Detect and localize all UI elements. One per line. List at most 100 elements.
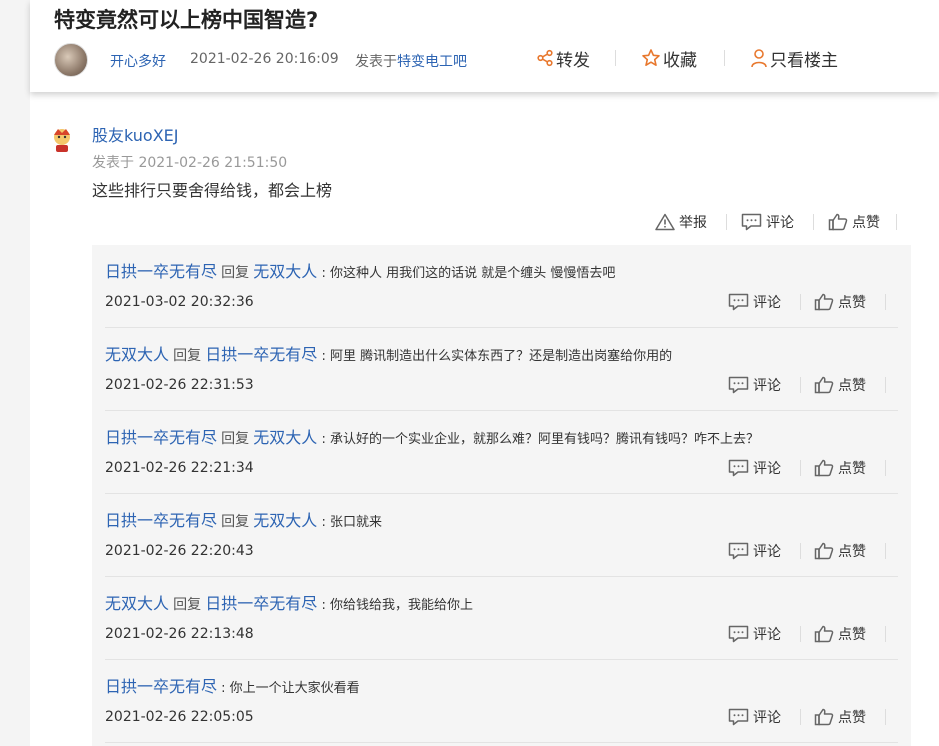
reply-keyword: 回复 — [221, 265, 250, 281]
comment-button[interactable]: 评论 — [741, 210, 794, 234]
thumbs-up-icon — [814, 625, 834, 643]
reply-item: 日拱一卒无有尽 回复 无双大人 : 张口就来 2021-02-26 22:20:… — [92, 494, 911, 577]
reply-time: 2021-02-26 22:20:43 — [105, 543, 254, 559]
divider — [800, 377, 801, 393]
divider — [724, 50, 725, 66]
divider — [800, 294, 801, 310]
comment-label: 评论 — [766, 215, 794, 231]
forum-link[interactable]: 特变电工吧 — [397, 54, 467, 70]
comment-icon — [728, 708, 749, 726]
comment-section: 股友kuoXEJ 发表于 2021-02-26 21:51:50 这些排行只要舍… — [30, 92, 939, 746]
divider — [885, 377, 886, 393]
like-button[interactable]: 点赞 — [828, 210, 880, 234]
post-title: 特变竟然可以上榜中国智造? — [54, 8, 319, 32]
reply-target-link[interactable]: 日拱一卒无有尽 — [205, 594, 317, 613]
reply-user-link[interactable]: 日拱一卒无有尽 — [105, 262, 217, 281]
reply-comment-label: 评论 — [753, 295, 781, 311]
divider — [800, 709, 801, 725]
reply-target-link[interactable]: 无双大人 — [253, 511, 317, 530]
avatar[interactable] — [48, 125, 76, 153]
reply-line: 日拱一卒无有尽 : 你上一个让大家伙看看 — [105, 677, 360, 696]
reply-line: 日拱一卒无有尽 回复 无双大人 : 张口就来 — [105, 511, 382, 530]
reply-text: 你上一个让大家伙看看 — [229, 681, 360, 696]
thumbs-up-icon — [814, 542, 834, 560]
reply-line: 无双大人 回复 日拱一卒无有尽 : 你给钱给我，我能给你上 — [105, 594, 473, 613]
report-button[interactable]: 举报 — [655, 210, 707, 234]
reply-like-label: 点赞 — [838, 627, 866, 643]
reply-text: 阿里 腾讯制造出什么实体东西了？还是制造出岗塞给你用的 — [329, 349, 673, 364]
divider — [885, 543, 886, 559]
reply-line: 日拱一卒无有尽 回复 无双大人 : 你这种人 用我们这的话说 就是个缠头 慢慢悟… — [105, 262, 616, 281]
only-op-label: 只看楼主 — [770, 50, 838, 71]
reply-like-label: 点赞 — [838, 710, 866, 726]
reply-like-button[interactable]: 点赞 — [814, 539, 866, 563]
reply-user-link[interactable]: 无双大人 — [105, 594, 169, 613]
warning-icon — [655, 213, 675, 231]
thumbs-up-icon — [814, 376, 834, 394]
posted-in: 发表于特变电工吧 — [355, 51, 467, 71]
reply-item: 日拱一卒无有尽 回复 无双大人 : 承认好的一个实业企业，就那么难？阿里有钱吗？… — [92, 411, 911, 494]
reply-text: 承认好的一个实业企业，就那么难？阿里有钱吗？腾讯有钱吗？咋不上去？ — [329, 432, 759, 447]
reply-user-link[interactable]: 日拱一卒无有尽 — [105, 428, 217, 447]
reply-item: 无双大人 回复 日拱一卒无有尽 : 阿里 腾讯制造出什么实体东西了？还是制造出岗… — [92, 328, 911, 411]
reply-like-label: 点赞 — [838, 378, 866, 394]
reply-keyword: 回复 — [221, 514, 250, 530]
post-time: 2021-02-26 20:16:09 — [190, 51, 339, 67]
like-label: 点赞 — [852, 215, 880, 231]
reply-item: 日拱一卒无有尽 回复 无双大人 : 你这种人 用我们这的话说 就是个缠头 慢慢悟… — [92, 245, 911, 328]
reply-comment-label: 评论 — [753, 378, 781, 394]
reply-line: 日拱一卒无有尽 回复 无双大人 : 承认好的一个实业企业，就那么难？阿里有钱吗？… — [105, 428, 759, 447]
reply-comment-label: 评论 — [753, 461, 781, 477]
reply-keyword: 回复 — [173, 348, 202, 364]
reply-time: 2021-02-26 22:21:34 — [105, 460, 254, 476]
author-avatar[interactable] — [54, 43, 88, 77]
favorite-button[interactable]: 收藏 — [641, 44, 697, 72]
thumbs-up-icon — [828, 213, 848, 231]
reply-like-button[interactable]: 点赞 — [814, 456, 866, 480]
reply-time: 2021-02-26 22:13:48 — [105, 626, 254, 642]
reply-target-link[interactable]: 无双大人 — [253, 262, 317, 281]
divider — [726, 214, 727, 230]
reply-like-label: 点赞 — [838, 295, 866, 311]
divider — [800, 460, 801, 476]
reply-time: 2021-03-02 20:32:36 — [105, 294, 254, 310]
reply-list: 日拱一卒无有尽 回复 无双大人 : 你这种人 用我们这的话说 就是个缠头 慢慢悟… — [92, 245, 911, 746]
divider — [885, 626, 886, 642]
reply-user-link[interactable]: 日拱一卒无有尽 — [105, 677, 217, 696]
reply-user-link[interactable]: 日拱一卒无有尽 — [105, 511, 217, 530]
floor-time: 发表于 2021-02-26 21:51:50 — [92, 155, 288, 171]
share-button[interactable]: 转发 — [536, 44, 590, 72]
divider — [615, 50, 616, 66]
floor-author-link[interactable]: 股友kuoXEJ — [92, 122, 179, 146]
reply-comment-button[interactable]: 评论 — [728, 539, 781, 563]
reply-time: 2021-02-26 22:31:53 — [105, 377, 254, 393]
reply-comment-label: 评论 — [753, 710, 781, 726]
reply-like-button[interactable]: 点赞 — [814, 705, 866, 729]
reply-item: 无双大人 回复 日拱一卒无有尽 : 你给钱给我，我能给你上 2021-02-26… — [92, 577, 911, 660]
reply-comment-button[interactable]: 评论 — [728, 705, 781, 729]
reply-item: 日拱一卒无有尽 : 你上一个让大家伙看看 2021-02-26 22:05:05… — [92, 660, 911, 743]
reply-like-button[interactable]: 点赞 — [814, 373, 866, 397]
reply-text: 你给钱给我，我能给你上 — [329, 598, 473, 613]
reply-comment-button[interactable]: 评论 — [728, 373, 781, 397]
report-label: 举报 — [679, 215, 707, 231]
thumbs-up-icon — [814, 293, 834, 311]
post-header: 特变竟然可以上榜中国智造? 开心多好 2021-02-26 20:16:09 发… — [30, 0, 939, 92]
reply-like-button[interactable]: 点赞 — [814, 290, 866, 314]
reply-comment-button[interactable]: 评论 — [728, 622, 781, 646]
favorite-label: 收藏 — [663, 50, 697, 71]
divider — [885, 460, 886, 476]
reply-target-link[interactable]: 日拱一卒无有尽 — [205, 345, 317, 364]
divider — [885, 294, 886, 310]
reply-target-link[interactable]: 无双大人 — [253, 428, 317, 447]
post-author-link[interactable]: 开心多好 — [110, 51, 166, 71]
reply-user-link[interactable]: 无双大人 — [105, 345, 169, 364]
reply-comment-button[interactable]: 评论 — [728, 456, 781, 480]
reply-like-button[interactable]: 点赞 — [814, 622, 866, 646]
reply-like-label: 点赞 — [838, 544, 866, 560]
comment-icon — [741, 213, 762, 231]
reply-comment-button[interactable]: 评论 — [728, 290, 781, 314]
floor-text: 这些排行只要舍得给钱，都会上榜 — [92, 181, 333, 200]
only-op-button[interactable]: 只看楼主 — [750, 44, 838, 72]
reply-keyword: 回复 — [221, 431, 250, 447]
